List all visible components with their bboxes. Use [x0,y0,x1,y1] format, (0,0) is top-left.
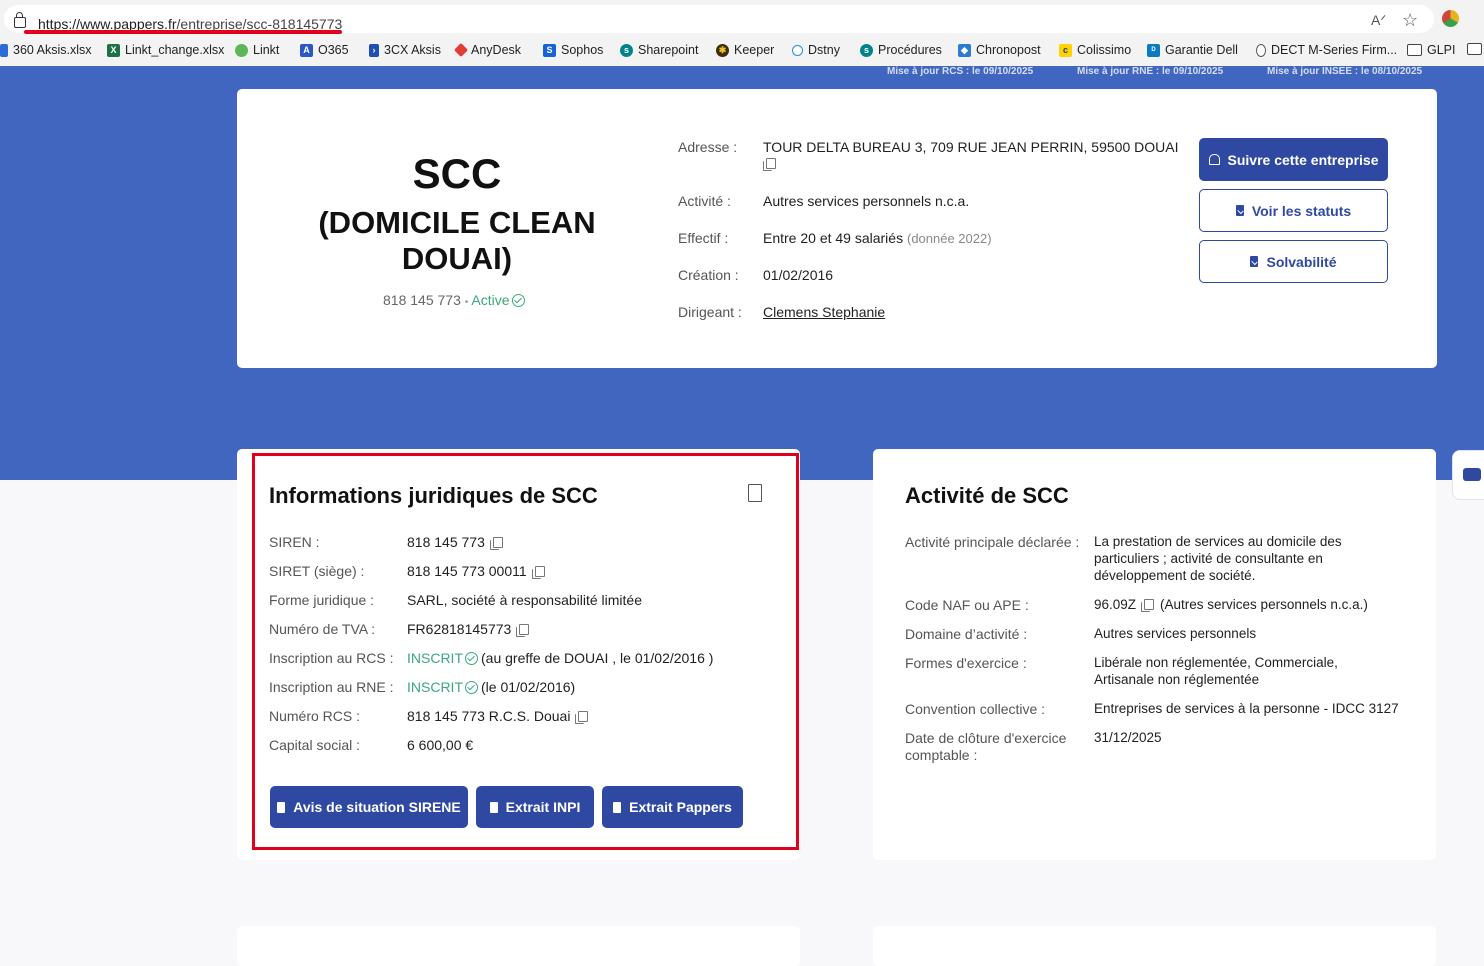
bookmark-item[interactable]: DECT M-Series Firm... [1256,43,1397,57]
bookmark-item[interactable]: s Procédures [860,43,942,57]
copy-icon[interactable] [763,158,776,171]
sophos-icon: S [543,43,556,57]
excel-icon: X [107,43,120,57]
check-circle-icon [511,294,525,307]
activity-row-value: La prestation de services au domicile de… [1094,534,1342,549]
o365-icon: A [300,43,313,57]
bookmark-item[interactable]: › 3CX Aksis [369,43,441,57]
linkt-icon [235,43,248,57]
activity-row-label-cont: comptable : [905,747,978,763]
chatbot-icon[interactable] [1452,450,1484,500]
company-name-line3: DOUAI) [401,241,513,276]
activity-row-label: Code NAF ou APE : [905,597,1029,613]
read-aloud-icon[interactable]: Aᐟ [1371,12,1386,29]
activity-row-label: Activité principale déclarée : [905,534,1080,550]
url-highlight-underline [24,30,342,34]
follow-company-button[interactable]: Suivre cette entreprise [1199,138,1388,181]
bookmark-item[interactable]: Dstny [792,43,840,57]
highlight-annotation-box [252,453,799,850]
bookmark-item[interactable]: ◆ Chronopost [958,43,1041,57]
anydesk-icon [453,42,469,58]
view-statutes-button[interactable]: Voir les statuts [1199,189,1388,232]
bookmark-item[interactable] [1467,43,1484,55]
next-card-left [237,926,800,966]
activity-row-label: Date de clôture d'exercice [905,730,1067,746]
activity-row-value: Entreprises de services à la personne - … [1094,701,1399,716]
sharepoint-icon: s [860,43,873,57]
company-siren-status: 818 145 773 • Active [383,292,525,308]
sharepoint-icon: s [620,43,633,57]
folder-icon [1467,43,1482,55]
activity-row-value: particuliers ; activité de consultante e… [1094,551,1323,566]
address-value: TOUR DELTA BUREAU 3, 709 RUE JEAN PERRIN… [763,139,1179,155]
company-name-line2: (DOMICILE CLEAN [318,205,596,240]
activity-row-label: Domaine d’activité : [905,626,1028,642]
bell-icon [1208,154,1220,165]
bookmarks-bar: 360 Aksis.xlsx X Linkt_change.xlsx Linkt … [0,38,1484,67]
address-label: Adresse : [678,139,738,155]
solvency-button[interactable]: Solvabilité [1199,240,1388,283]
bookmark-item[interactable]: S Sophos [543,43,603,57]
activity-row-value: Autres services personnels [1094,626,1257,641]
bookmark-item[interactable]: s Sharepoint [620,43,698,57]
staff-value: Entre 20 et 49 salariés (donnée 2022) [763,230,992,246]
activity-title: Activité de SCC [905,483,1069,508]
bookmark-item[interactable]: GLPI [1407,43,1456,57]
address-bar[interactable]: https://www.pappers.fr/entreprise/scc-81… [4,5,1434,33]
activity-row-value: 96.09Z (Autres services personnels n.c.a.… [1094,597,1368,612]
update-insee: Mise à jour INSEE : le 08/10/2025 [1267,66,1423,77]
bookmark-icon [0,43,8,57]
bookmark-item[interactable]: ✱ Keeper [716,43,774,57]
director-link[interactable]: Clemens Stephanie [763,304,885,320]
3cx-icon: › [369,43,379,57]
extension-icon[interactable] [1442,10,1459,27]
bookmark-item[interactable]: D Garantie Dell [1147,43,1238,57]
chronopost-icon: ◆ [958,43,971,57]
star-icon[interactable]: ☆ [1402,10,1418,31]
bookmark-item[interactable]: Linkt [235,43,279,57]
bookmark-item[interactable]: A O365 [300,43,349,57]
colissimo-icon: c [1059,43,1072,57]
bookmark-item[interactable]: c Colissimo [1059,43,1131,57]
activity-row-value: 31/12/2025 [1094,730,1162,745]
activity-value: Autres services personnels n.c.a. [763,193,970,209]
update-rcs: Mise à jour RCS : le 09/10/2025 [887,66,1034,77]
folder-icon [1407,44,1422,56]
lock-icon [14,12,26,28]
company-name: SCC [412,150,502,197]
document-download-icon [1235,205,1244,216]
activity-label: Activité : [678,193,731,209]
copy-icon[interactable] [1141,599,1155,612]
activity-row-label: Formes d'exercice : [905,655,1027,671]
activity-row-label: Convention collective : [905,701,1046,717]
dect-icon [1256,43,1266,57]
activity-row-value: Libérale non réglementée, Commerciale, [1094,655,1338,670]
bookmark-item[interactable]: AnyDesk [453,42,521,58]
update-rne: Mise à jour RNE : le 09/10/2025 [1077,66,1224,77]
status-badge: Active [471,292,510,308]
next-card-right [873,926,1436,966]
bookmark-item[interactable]: 360 Aksis.xlsx [0,43,92,57]
keeper-icon: ✱ [716,43,729,57]
activity-row-value: développement de société. [1094,568,1256,583]
creation-label: Création : [678,267,739,283]
dstny-icon [792,44,803,56]
creation-value: 01/02/2016 [763,267,834,283]
activity-row-value: Artisanale non réglementée [1094,672,1260,687]
staff-label: Effectif : [678,230,729,246]
bookmark-item[interactable]: X Linkt_change.xlsx [107,43,224,57]
director-label: Dirigeant : [678,304,742,320]
dell-icon: D [1147,43,1160,57]
browser-toolbar: https://www.pappers.fr/entreprise/scc-81… [0,0,1484,38]
document-download-icon [1250,256,1259,267]
